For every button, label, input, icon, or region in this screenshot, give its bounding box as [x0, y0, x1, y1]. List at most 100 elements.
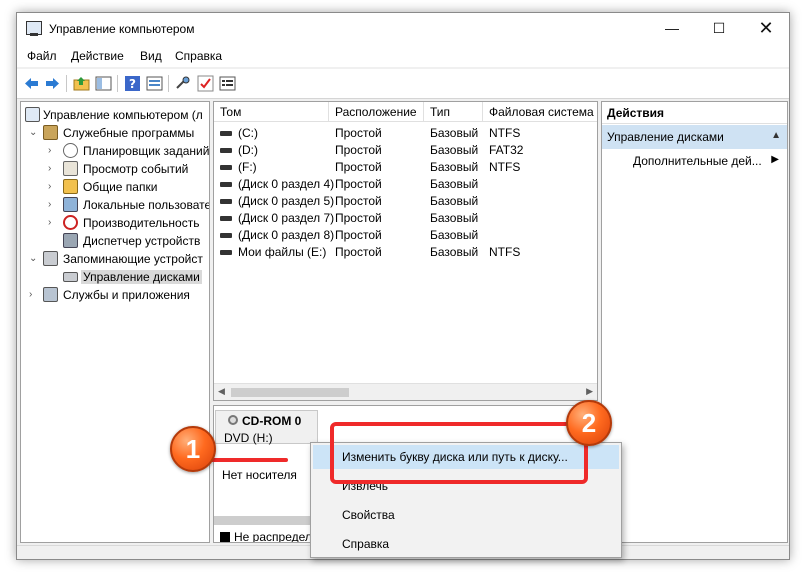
chevron-right-icon[interactable]: ›	[48, 217, 51, 228]
cdrom-disk-label[interactable]: CD-ROM 0 DVD (H:)	[215, 410, 318, 445]
tree-item-device-manager[interactable]: Диспетчер устройств	[21, 232, 209, 250]
volume-name: (Диск 0 раздел 8)	[238, 228, 335, 242]
chevron-right-icon[interactable]: ›	[48, 145, 51, 156]
chevron-down-icon[interactable]: ⌄	[29, 253, 37, 264]
chevron-right-icon[interactable]: ›	[48, 181, 51, 192]
volume-layout: Простой	[335, 211, 382, 225]
tree-item-performance[interactable]: › Производительность	[21, 214, 209, 232]
chevron-right-icon[interactable]: ›	[29, 289, 32, 300]
connect-icon[interactable]	[175, 75, 192, 92]
help-item[interactable]: Справка	[313, 532, 619, 556]
forward-arrow-icon[interactable]	[44, 75, 61, 92]
tree-item-disk-management[interactable]: Управление дисками	[21, 268, 209, 286]
horizontal-scrollbar[interactable]: ◀ ▶	[214, 383, 597, 400]
table-row[interactable]: (F:) Простой Базовый NTFS	[214, 159, 597, 176]
scrollbar-thumb[interactable]	[214, 516, 319, 525]
table-row[interactable]: (Диск 0 раздел 4) Простой Базовый	[214, 176, 597, 193]
tree-item-event-viewer[interactable]: › Просмотр событий	[21, 160, 209, 178]
menu-file[interactable]: Файл	[27, 49, 57, 63]
close-button[interactable]: ✕	[743, 13, 789, 45]
volume-type: Базовый	[430, 228, 479, 242]
tree-item-label: Запоминающие устройст	[63, 252, 203, 266]
column-header-volume[interactable]: Том	[214, 102, 329, 122]
chevron-right-icon[interactable]: ›	[48, 163, 51, 174]
scrollbar-thumb[interactable]	[231, 388, 349, 397]
shared-folders-icon	[63, 179, 78, 194]
minimize-button[interactable]: —	[649, 13, 695, 45]
volume-layout: Простой	[335, 245, 382, 259]
chevron-right-icon[interactable]: ›	[48, 199, 51, 210]
performance-icon	[63, 215, 78, 230]
volume-filesystem: NTFS	[489, 160, 521, 174]
properties-icon[interactable]	[146, 75, 163, 92]
back-arrow-icon[interactable]	[23, 75, 40, 92]
check-icon[interactable]	[197, 75, 214, 92]
tree-item-shared-folders[interactable]: › Общие папки	[21, 178, 209, 196]
menu-action[interactable]: Действие	[71, 49, 124, 63]
tree-item-computer-management[interactable]: Управление компьютером (л	[21, 106, 209, 124]
disk-management-icon	[63, 272, 78, 282]
tree-item-system-tools[interactable]: ⌄ Служебные программы	[21, 124, 209, 142]
table-row[interactable]: (Диск 0 раздел 7) Простой Базовый	[214, 210, 597, 227]
volume-layout: Простой	[335, 126, 382, 140]
tree-item-services-apps[interactable]: › Службы и приложения	[21, 286, 209, 304]
tree-item-label: Планировщик заданий	[83, 144, 210, 158]
tree-item-label: Просмотр событий	[83, 162, 189, 176]
volume-type: Базовый	[430, 177, 479, 191]
volume-layout: Простой	[335, 177, 382, 191]
disk-status: Нет носителя	[222, 468, 297, 482]
services-icon	[43, 287, 58, 302]
volume-type: Базовый	[430, 194, 479, 208]
table-row[interactable]: (Диск 0 раздел 8) Простой Базовый	[214, 227, 597, 244]
table-row[interactable]: (C:) Простой Базовый NTFS	[214, 125, 597, 142]
step-badge-1: 1	[170, 426, 216, 472]
column-header-layout[interactable]: Расположение	[329, 102, 424, 122]
table-row[interactable]: Мои файлы (E:) Простой Базовый NTFS	[214, 244, 597, 261]
tree-item-label: Управление дисками	[81, 270, 202, 284]
tree-item-storage[interactable]: ⌄ Запоминающие устройст	[21, 250, 209, 268]
volume-icon	[220, 199, 232, 204]
help-icon[interactable]: ?	[124, 75, 141, 92]
tree-item-label: Служебные программы	[63, 126, 195, 140]
volume-name: (D:)	[238, 143, 258, 157]
list-icon[interactable]	[219, 75, 236, 92]
actions-pane: Действия Управление дисками ▲ Дополнител…	[601, 101, 788, 543]
volume-filesystem: NTFS	[489, 245, 521, 259]
tree-item-label: Локальные пользовате	[83, 198, 210, 212]
volume-filesystem: NTFS	[489, 126, 521, 140]
table-row[interactable]: (D:) Простой Базовый FAT32	[214, 142, 597, 159]
volume-name: (Диск 0 раздел 5)	[238, 194, 335, 208]
menu-help[interactable]: Справка	[175, 49, 222, 63]
up-folder-icon[interactable]	[73, 75, 90, 92]
task-scheduler-icon	[63, 143, 78, 158]
chevron-down-icon[interactable]: ⌄	[29, 127, 37, 138]
tree-item-task-scheduler[interactable]: › Планировщик заданий	[21, 142, 210, 160]
actions-section-disk-management[interactable]: Управление дисками ▲	[602, 125, 787, 149]
column-header-type[interactable]: Тип	[424, 102, 483, 122]
column-header-filesystem[interactable]: Файловая система	[483, 102, 597, 122]
volume-layout: Простой	[335, 143, 382, 157]
collapse-up-icon[interactable]: ▲	[771, 130, 781, 141]
scroll-left-icon[interactable]: ◀	[218, 386, 225, 397]
table-row[interactable]: (Диск 0 раздел 5) Простой Базовый	[214, 193, 597, 210]
tree-item-label: Производительность	[83, 216, 200, 230]
scroll-right-icon[interactable]: ▶	[586, 386, 593, 397]
step-badge-2: 2	[566, 400, 612, 446]
computer-management-icon	[26, 21, 42, 36]
show-hide-tree-icon[interactable]	[95, 75, 112, 92]
volume-name: Мои файлы (E:)	[238, 245, 327, 259]
svg-text:?: ?	[129, 77, 136, 91]
volume-layout: Простой	[335, 194, 382, 208]
volume-name: (F:)	[238, 160, 257, 174]
menu-view[interactable]: Вид	[140, 49, 162, 63]
more-actions-link[interactable]: Дополнительные дей...	[633, 154, 762, 168]
legend-unallocated: Не распредел	[220, 530, 312, 542]
tree-item-label: Службы и приложения	[63, 288, 190, 302]
tree-item-local-users[interactable]: › Локальные пользовате	[21, 196, 210, 214]
maximize-button[interactable]: ☐	[696, 13, 742, 45]
storage-icon	[43, 251, 58, 266]
actions-section-label: Управление дисками	[607, 130, 724, 144]
disk-title: CD-ROM 0	[242, 414, 302, 428]
properties-item[interactable]: Свойства	[313, 503, 619, 527]
toolbar: ?	[17, 69, 789, 99]
